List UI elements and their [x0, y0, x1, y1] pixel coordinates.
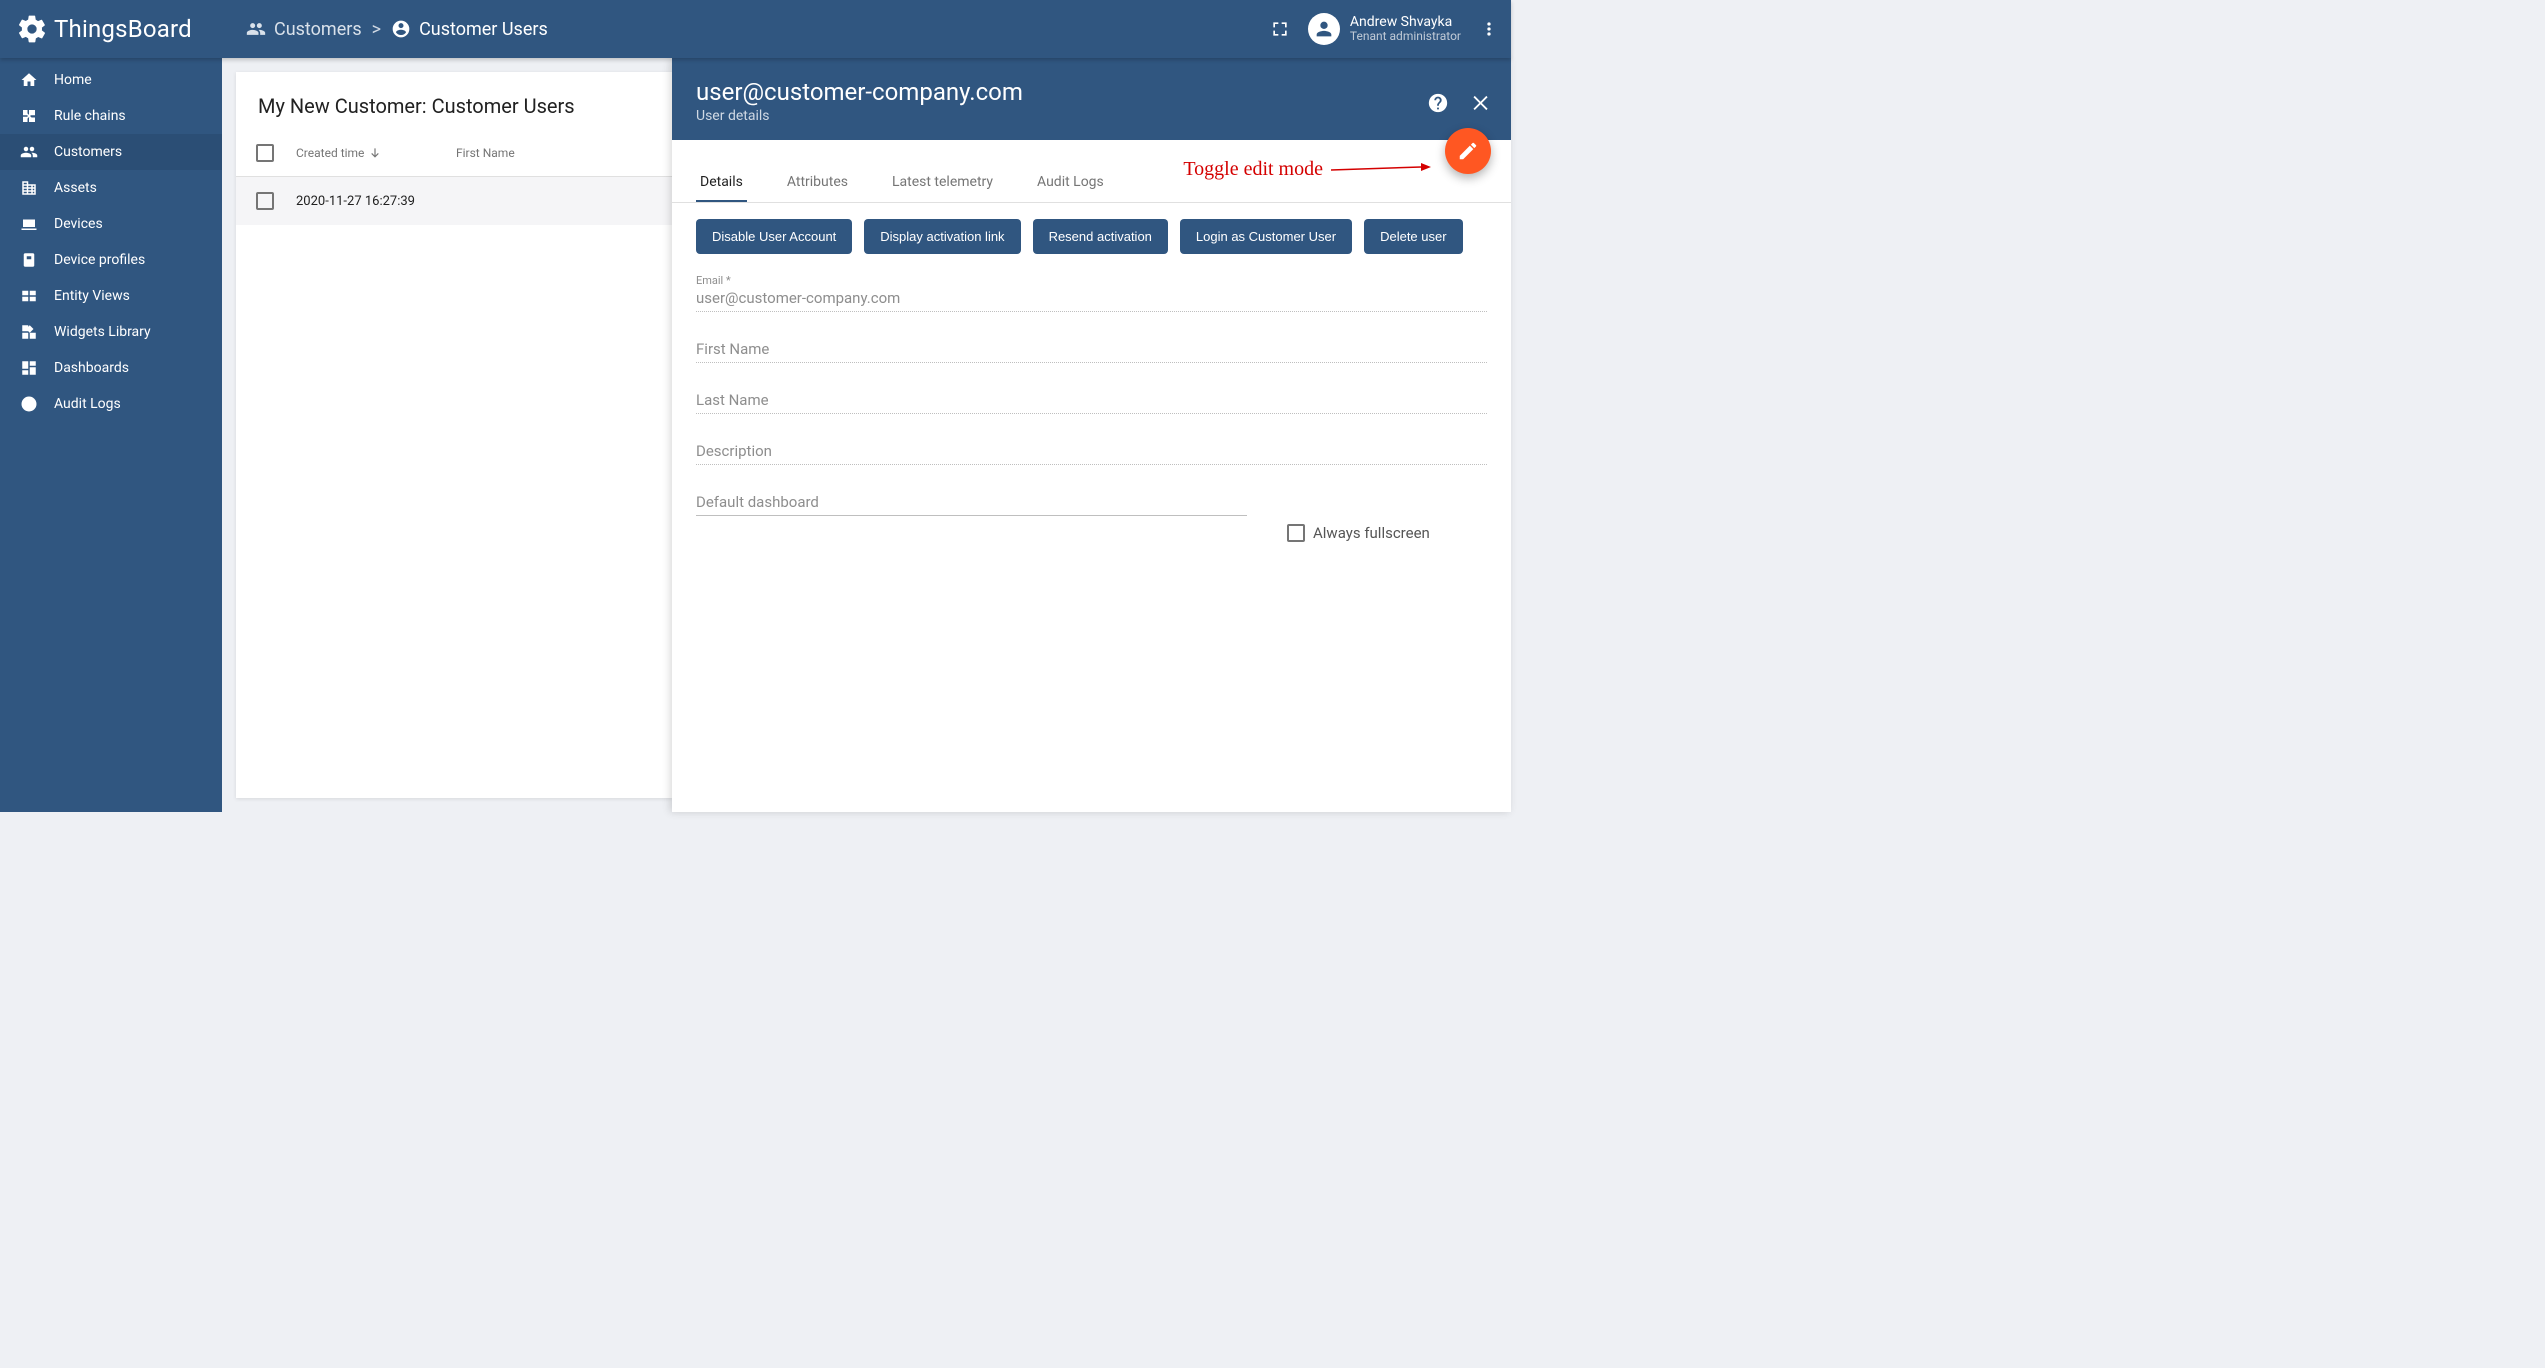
header-right: Andrew Shvayka Tenant administrator — [1270, 13, 1511, 45]
close-icon[interactable] — [1469, 92, 1491, 114]
account-circle-icon — [391, 19, 411, 39]
always-fullscreen-checkbox[interactable] — [1287, 524, 1305, 542]
description-label: Description — [696, 440, 1487, 462]
details-panel: user@customer-company.com User details D… — [672, 58, 1511, 812]
login-as-button[interactable]: Login as Customer User — [1180, 219, 1352, 254]
people-icon — [18, 143, 40, 161]
device_profile-icon — [18, 251, 40, 269]
devices-icon — [18, 215, 40, 233]
col-created-label: Created time — [296, 146, 364, 160]
audit-icon — [18, 395, 40, 413]
arrow-down-icon — [368, 146, 382, 160]
sidebar-item-customers[interactable]: Customers — [0, 134, 222, 170]
sidebar-item-home[interactable]: Home — [0, 62, 222, 98]
email-label: Email * — [696, 274, 1487, 287]
tab-details[interactable]: Details — [696, 164, 747, 202]
sidebar-item-label: Entity Views — [54, 288, 130, 304]
sidebar-item-label: Customers — [54, 144, 122, 160]
user-name: Andrew Shvayka — [1350, 15, 1461, 30]
table-row[interactable]: 2020-11-27 16:27:39 — [236, 177, 672, 225]
app-logo-icon — [16, 13, 48, 45]
sidebar-item-label: Home — [54, 72, 92, 88]
entity-icon — [18, 287, 40, 305]
breadcrumb-separator: > — [372, 19, 381, 40]
tab-audit[interactable]: Audit Logs — [1033, 164, 1108, 202]
current-user[interactable]: Andrew Shvayka Tenant administrator — [1308, 13, 1461, 45]
tab-telemetry[interactable]: Latest telemetry — [888, 164, 997, 202]
domain-icon — [18, 179, 40, 197]
sidebar-item-label: Device profiles — [54, 252, 145, 268]
pencil-icon — [1457, 140, 1479, 162]
sidebar-item-assets[interactable]: Assets — [0, 170, 222, 206]
details-tabs: Details Attributes Latest telemetry Audi… — [672, 140, 1511, 203]
disable-user-button[interactable]: Disable User Account — [696, 219, 852, 254]
breadcrumb-customers-label: Customers — [274, 19, 362, 40]
widgets-icon — [18, 323, 40, 341]
table-header: Created time First Name — [236, 140, 672, 177]
user-role: Tenant administrator — [1350, 30, 1461, 43]
default-dashboard-label[interactable]: Default dashboard — [696, 491, 1247, 513]
help-icon[interactable] — [1427, 92, 1449, 114]
sidebar-item-dashboards[interactable]: Dashboards — [0, 350, 222, 386]
breadcrumb-customer-users[interactable]: Customer Users — [391, 19, 548, 40]
customer-users-card: My New Customer: Customer Users Created … — [236, 72, 672, 798]
sidebar-item-label: Assets — [54, 180, 97, 196]
always-fullscreen-label: Always fullscreen — [1313, 524, 1430, 542]
row-created: 2020-11-27 16:27:39 — [296, 194, 456, 209]
sidebar-item-rule-chains[interactable]: Rule chains — [0, 98, 222, 134]
details-header: user@customer-company.com User details — [672, 58, 1511, 140]
delete-user-button[interactable]: Delete user — [1364, 219, 1462, 254]
sidebar: Home Rule chains Customers Assets Devices Dev… — [0, 58, 222, 812]
sidebar-item-label: Devices — [54, 216, 103, 232]
email-value: user@customer-company.com — [696, 287, 1487, 309]
always-fullscreen-option[interactable]: Always fullscreen — [1287, 524, 1487, 542]
sidebar-item-label: Widgets Library — [54, 324, 151, 340]
display-link-button[interactable]: Display activation link — [864, 219, 1020, 254]
col-created[interactable]: Created time — [296, 146, 456, 160]
first-name-label: First Name — [696, 338, 1487, 360]
dashboard-icon — [18, 359, 40, 377]
tab-attributes[interactable]: Attributes — [783, 164, 852, 202]
details-subtitle: User details — [696, 108, 1487, 124]
breadcrumb-customers[interactable]: Customers — [246, 19, 362, 40]
sidebar-item-entity-views[interactable]: Entity Views — [0, 278, 222, 314]
avatar-icon — [1308, 13, 1340, 45]
resend-activation-button[interactable]: Resend activation — [1033, 219, 1168, 254]
rule-icon — [18, 107, 40, 125]
last-name-label: Last Name — [696, 389, 1487, 411]
sidebar-item-widgets[interactable]: Widgets Library — [0, 314, 222, 350]
sidebar-item-audit-logs[interactable]: Audit Logs — [0, 386, 222, 422]
toggle-edit-fab[interactable] — [1445, 128, 1491, 174]
details-body: Disable User Account Display activation … — [672, 203, 1511, 812]
app-brand: ThingsBoard — [54, 15, 192, 43]
sidebar-item-label: Rule chains — [54, 108, 126, 124]
breadcrumb-customer-users-label: Customer Users — [419, 19, 548, 40]
sidebar-item-label: Dashboards — [54, 360, 129, 376]
select-all-checkbox[interactable] — [256, 144, 274, 162]
breadcrumb: Customers > Customer Users — [246, 19, 548, 40]
more-vert-icon[interactable] — [1479, 19, 1499, 39]
home-icon — [18, 71, 40, 89]
details-title: user@customer-company.com — [696, 78, 1487, 106]
sidebar-item-devices[interactable]: Devices — [0, 206, 222, 242]
col-first-name[interactable]: First Name — [456, 146, 652, 160]
row-checkbox[interactable] — [256, 192, 274, 210]
app-header: ThingsBoard Customers > Customer Users A… — [0, 0, 1511, 58]
people-icon — [246, 19, 266, 39]
card-title: My New Customer: Customer Users — [236, 72, 672, 140]
logo-block[interactable]: ThingsBoard — [0, 13, 222, 45]
sidebar-item-device-prof[interactable]: Device profiles — [0, 242, 222, 278]
sidebar-item-label: Audit Logs — [54, 396, 121, 412]
fullscreen-icon[interactable] — [1270, 19, 1290, 39]
